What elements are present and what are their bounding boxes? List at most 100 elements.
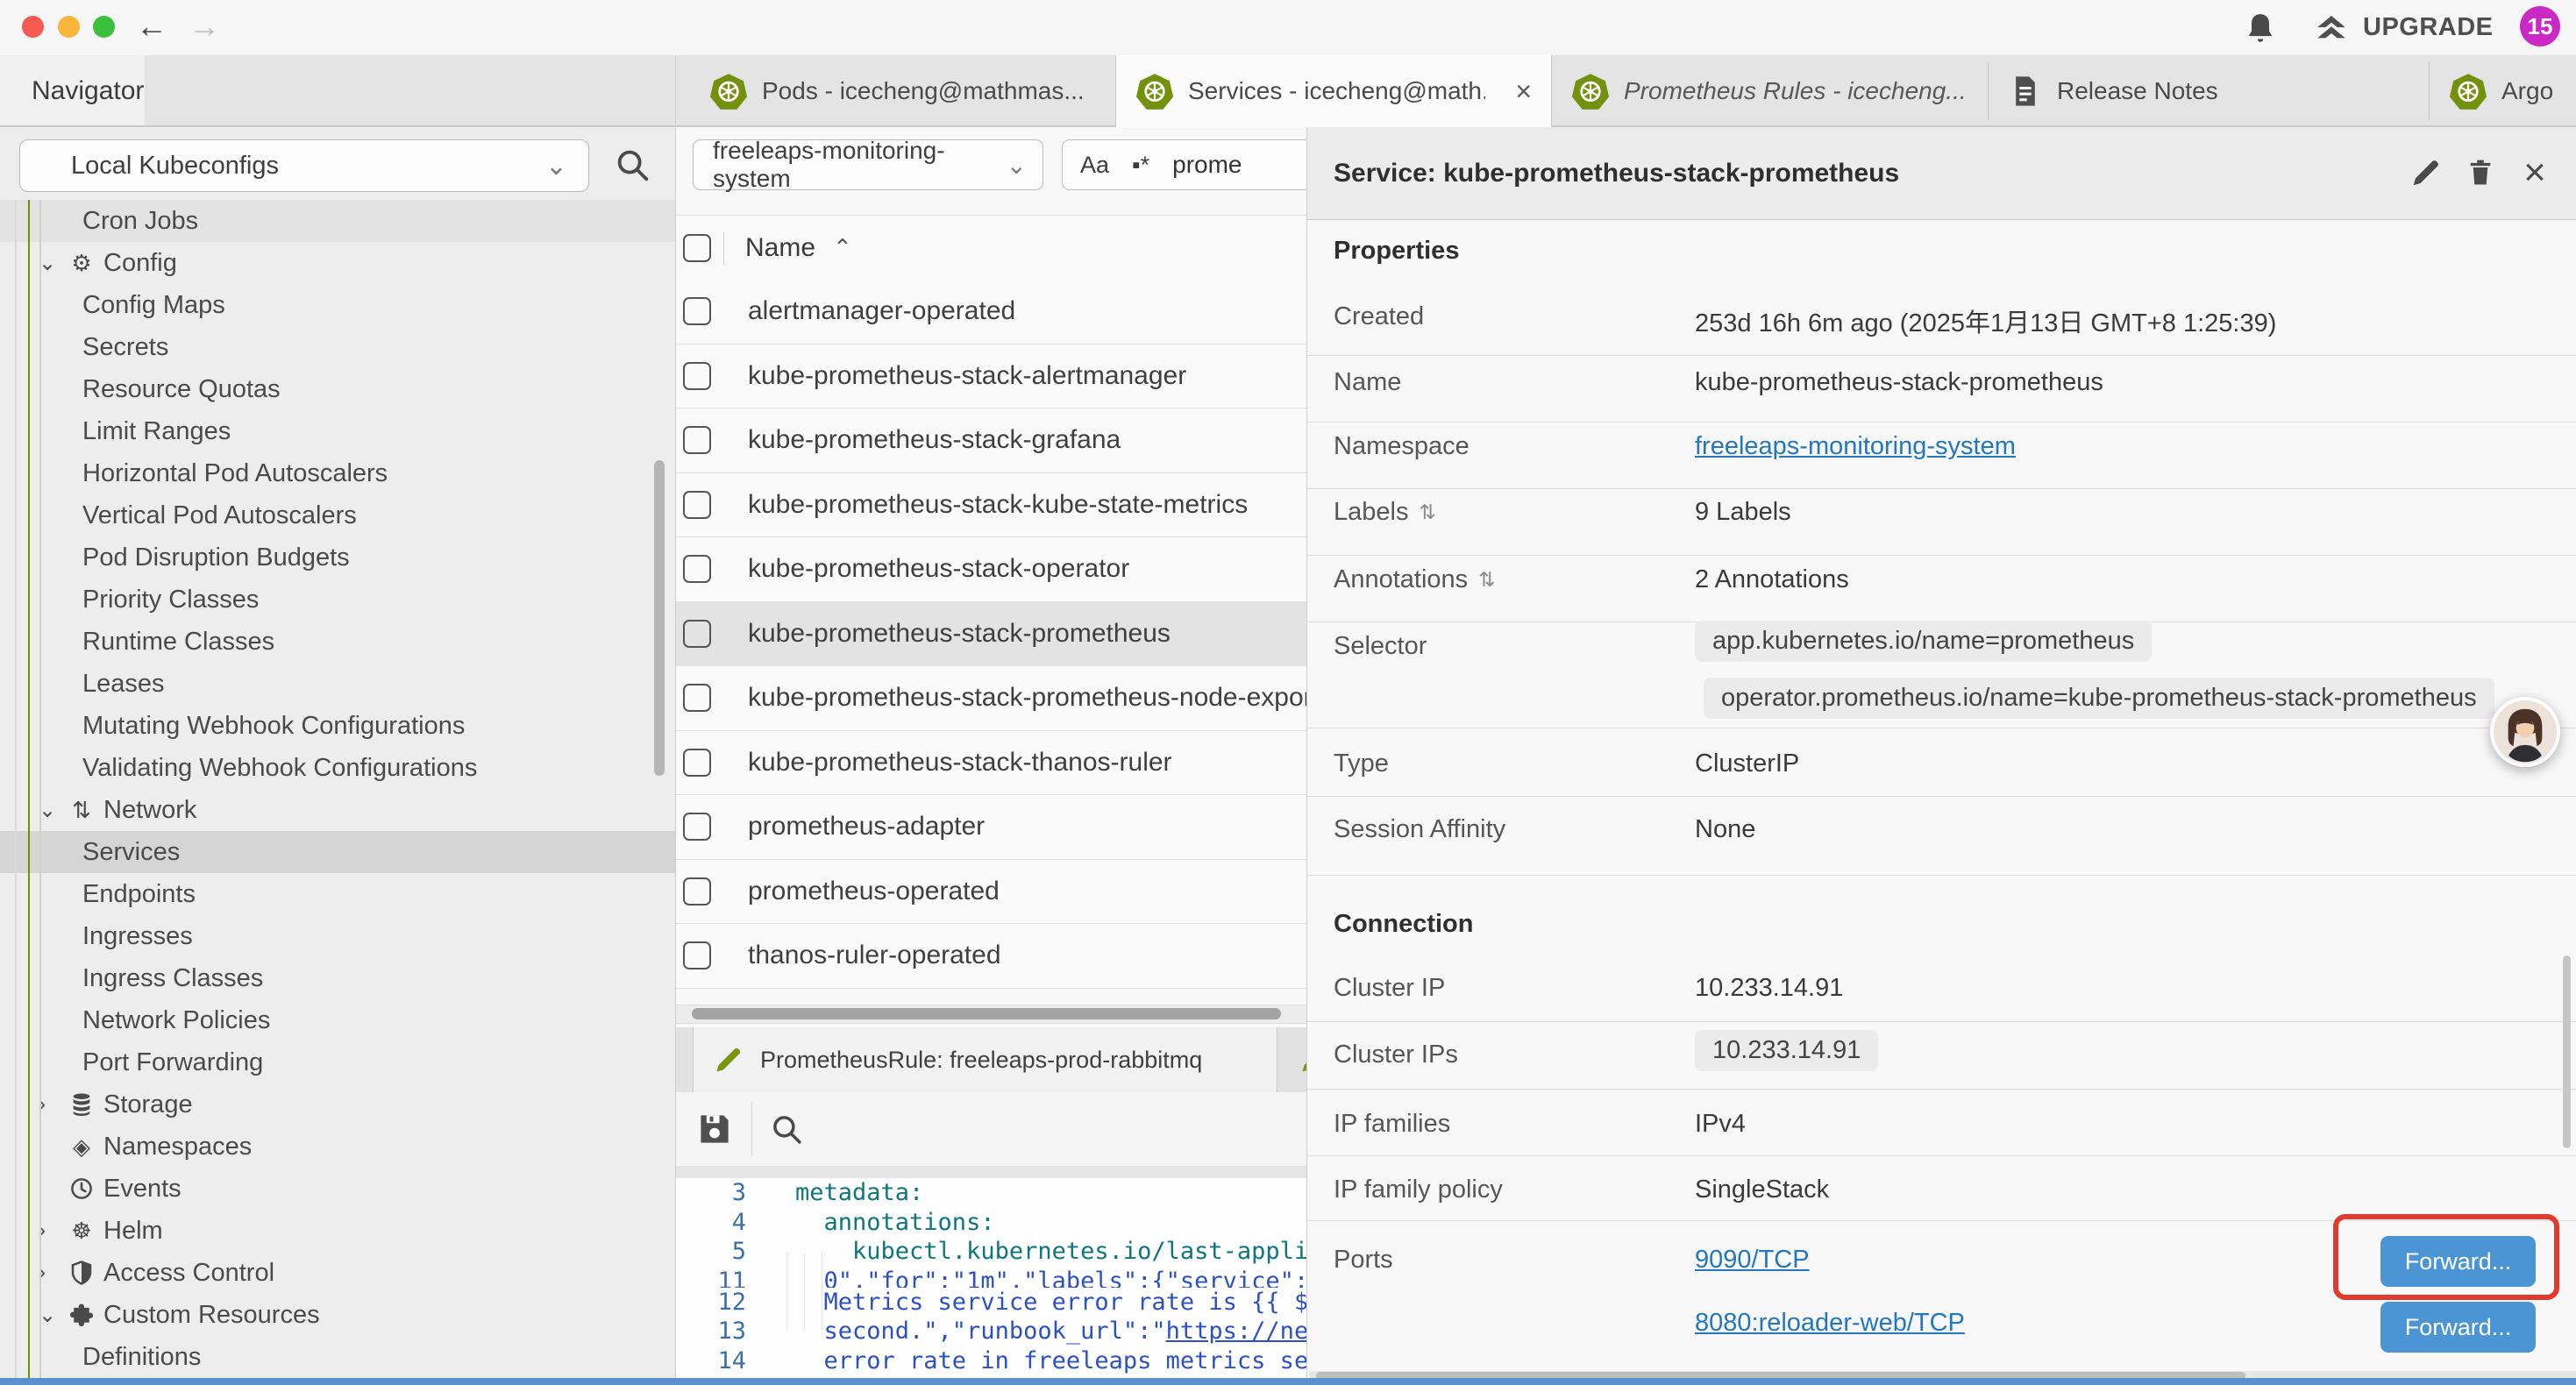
sidebar-item-mutating-webhook-configurations[interactable]: Mutating Webhook Configurations <box>0 705 675 747</box>
regex-toggle[interactable]: ▪* <box>1132 152 1149 179</box>
sidebar-item-access-control[interactable]: › Access Control <box>0 1252 675 1294</box>
chevron-icon[interactable]: › <box>39 1092 65 1117</box>
tab-services[interactable]: Services - icecheng@math... × <box>1115 55 1552 127</box>
sidebar-item-definitions[interactable]: Definitions <box>0 1336 675 1378</box>
sidebar-item-endpoints[interactable]: Endpoints <box>0 873 675 915</box>
bell-icon[interactable] <box>2243 11 2278 46</box>
sidebar-item-runtime-classes[interactable]: Runtime Classes <box>0 621 675 663</box>
close-icon[interactable]: × <box>1515 75 1532 108</box>
sidebar-item-leases[interactable]: Leases <box>0 663 675 705</box>
sidebar-item-vertical-pod-autoscalers[interactable]: Vertical Pod Autoscalers <box>0 494 675 536</box>
match-case-toggle[interactable]: Aa <box>1080 152 1109 179</box>
sidebar-item-helm[interactable]: › ☸ Helm <box>0 1210 675 1252</box>
access-control-icon <box>65 1260 98 1286</box>
upgrade-icon[interactable] <box>2313 10 2350 46</box>
port-link-8080[interactable]: 8080:reloader-web/TCP <box>1695 1309 1965 1338</box>
detail-vertical-scrollbar[interactable] <box>2563 955 2571 1148</box>
kubernetes-icon <box>1571 72 1610 110</box>
close-traffic-light[interactable] <box>22 16 44 38</box>
back-icon[interactable]: ← <box>136 9 167 44</box>
sidebar-item-network[interactable]: ⌄ ⇅ Network <box>0 789 675 831</box>
save-icon[interactable] <box>695 1110 734 1148</box>
row-checkbox[interactable] <box>683 749 711 777</box>
sidebar-scrollbar[interactable] <box>654 460 665 776</box>
sidebar-item-limit-ranges[interactable]: Limit Ranges <box>0 410 675 452</box>
tab-argo[interactable]: Argo Se <box>2430 55 2576 127</box>
delete-trash-icon[interactable] <box>2461 153 2500 192</box>
sidebar-item-config[interactable]: ⌄ ⚙ Config <box>0 242 675 284</box>
zoom-traffic-light[interactable] <box>93 16 115 38</box>
sidebar-item-namespaces[interactable]: ◈ Namespaces <box>0 1126 675 1168</box>
chevron-icon[interactable]: ⌄ <box>39 798 65 823</box>
editor-tab-label: PrometheusRule: freeleaps-prod-rabbitmq <box>760 1047 1202 1074</box>
row-checkbox[interactable] <box>683 877 711 906</box>
namespace-filter-dropdown[interactable]: freeleaps-monitoring-system ⌄ <box>693 139 1043 190</box>
sidebar-item-ingress-classes[interactable]: Ingress Classes <box>0 957 675 999</box>
sort-asc-icon[interactable]: ⌃ <box>833 234 852 261</box>
chevron-icon[interactable]: › <box>39 1218 65 1243</box>
sidebar-item-pod-disruption-budgets[interactable]: Pod Disruption Budgets <box>0 536 675 579</box>
sidebar-item-secrets[interactable]: Secrets <box>0 326 675 368</box>
forward-button[interactable]: Forward... <box>2380 1302 2536 1353</box>
labels-label[interactable]: Labels ⇅ <box>1334 498 1436 527</box>
chevron-icon[interactable]: › <box>39 1261 65 1285</box>
row-checkbox[interactable] <box>683 620 711 648</box>
tab-prometheus-rules[interactable]: Prometheus Rules - icecheng... <box>1552 55 1988 127</box>
sidebar-item-priority-classes[interactable]: Priority Classes <box>0 579 675 621</box>
upgrade-label[interactable]: UPGRADE <box>2363 13 2494 42</box>
code-link[interactable]: https://net <box>1166 1318 1323 1345</box>
chevron-icon[interactable]: ⌄ <box>39 251 65 276</box>
tab-pods[interactable]: Pods - icecheng@mathmas... <box>690 55 1115 127</box>
name-column-header[interactable]: Name <box>745 233 815 263</box>
row-checkbox[interactable] <box>683 426 711 454</box>
close-icon[interactable]: × <box>2516 153 2554 192</box>
row-checkbox[interactable] <box>683 491 711 519</box>
port-link-9090[interactable]: 9090/TCP <box>1695 1246 1810 1275</box>
row-checkbox[interactable] <box>683 941 711 970</box>
sidebar-item-ingresses[interactable]: Ingresses <box>0 915 675 957</box>
name-value: kube-prometheus-stack-prometheus <box>1695 368 2103 397</box>
indent-guide <box>39 200 41 1378</box>
sidebar-item-cron-jobs[interactable]: Cron Jobs <box>0 200 675 242</box>
search-icon[interactable] <box>612 145 652 185</box>
editor-tab-prometheusrule[interactable]: PrometheusRule: freeleaps-prod-rabbitmq <box>693 1027 1277 1092</box>
code-text: annotations: <box>746 1208 995 1238</box>
window-bottom-accent <box>0 1378 2576 1385</box>
sidebar-item-services[interactable]: Services <box>0 831 675 873</box>
sidebar-item-horizontal-pod-autoscalers[interactable]: Horizontal Pod Autoscalers <box>0 452 675 494</box>
sidebar-item-custom-resources[interactable]: ⌄ Custom Resources <box>0 1294 675 1336</box>
sidebar-item-events[interactable]: Events <box>0 1168 675 1210</box>
assistant-avatar[interactable] <box>2490 697 2560 767</box>
network-icon: ⇅ <box>65 797 98 824</box>
code-text: 0","for":"1m","labels":{"service":" <box>746 1267 1322 1288</box>
sidebar-item-network-policies[interactable]: Network Policies <box>0 999 675 1041</box>
row-checkbox[interactable] <box>683 297 711 325</box>
minimize-traffic-light[interactable] <box>58 16 80 38</box>
row-checkbox[interactable] <box>683 684 711 712</box>
forward-icon[interactable]: → <box>189 9 220 44</box>
sidebar-item-config-maps[interactable]: Config Maps <box>0 284 675 326</box>
sidebar-item-storage[interactable]: › Storage <box>0 1083 675 1126</box>
line-number: 3 <box>687 1178 746 1208</box>
row-checkbox[interactable] <box>683 555 711 583</box>
navigator-panel-tab[interactable]: Navigator <box>0 55 145 127</box>
profile-badge[interactable]: 15 <box>2520 6 2560 46</box>
line-number: 13 <box>687 1317 746 1346</box>
edit-pencil-icon[interactable] <box>2407 153 2445 192</box>
chevron-icon[interactable]: ⌄ <box>39 1303 65 1328</box>
namespace-link[interactable]: freeleaps-monitoring-system <box>1695 432 2016 461</box>
tab-release-notes[interactable]: Release Notes <box>1989 55 2429 127</box>
expand-updown-icon[interactable]: ⇅ <box>1419 501 1435 524</box>
editor-search-icon[interactable] <box>768 1111 805 1147</box>
annotations-label[interactable]: Annotations ⇅ <box>1334 565 1495 594</box>
scrollbar-thumb[interactable] <box>692 1008 1281 1019</box>
row-checkbox[interactable] <box>683 813 711 841</box>
sidebar-item-resource-quotas[interactable]: Resource Quotas <box>0 368 675 410</box>
select-all-checkbox[interactable] <box>683 234 711 262</box>
row-checkbox[interactable] <box>683 362 711 390</box>
expand-updown-icon[interactable]: ⇅ <box>1478 568 1495 592</box>
sidebar-item-port-forwarding[interactable]: Port Forwarding <box>0 1041 675 1083</box>
sidebar-item-validating-webhook-configurations[interactable]: Validating Webhook Configurations <box>0 747 675 789</box>
panel-divider[interactable] <box>675 55 676 1378</box>
kubeconfig-selector[interactable]: Local Kubeconfigs ⌄ <box>19 139 589 192</box>
